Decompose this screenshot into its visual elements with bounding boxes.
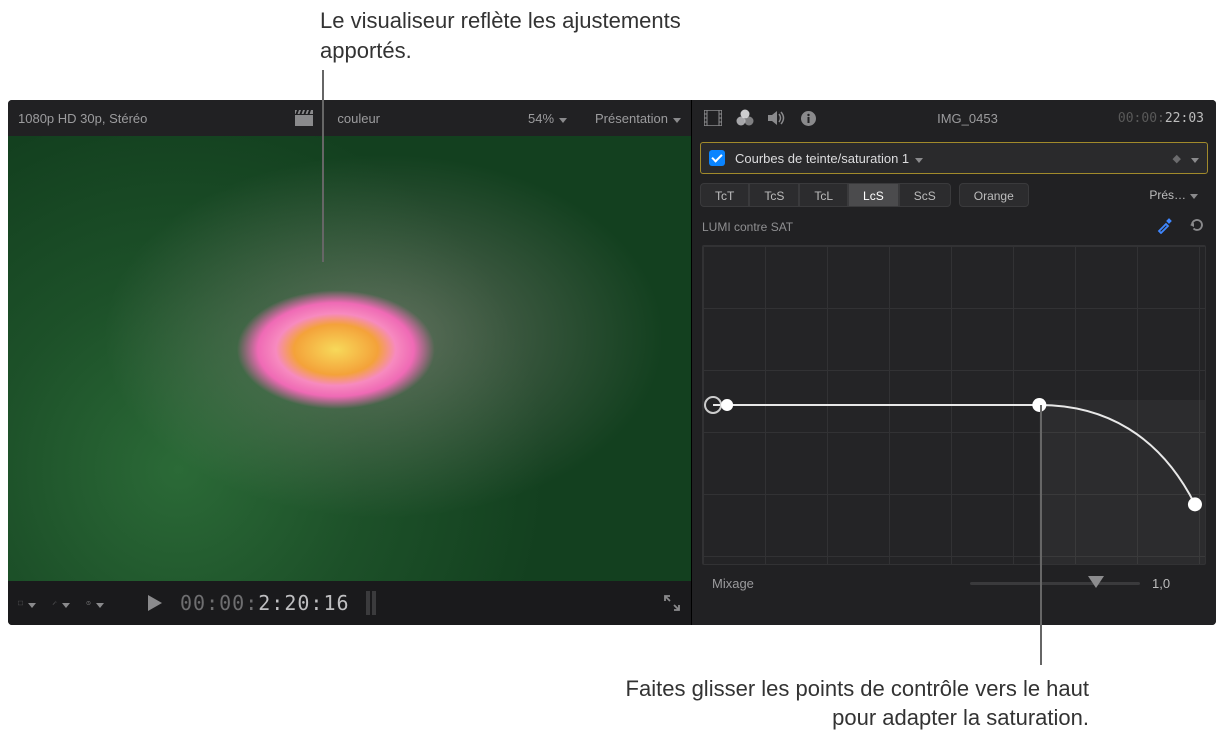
curve-tab-lcs[interactable]: LcS xyxy=(848,183,899,207)
chevron-down-icon xyxy=(915,151,923,166)
audio-inspector-tab[interactable] xyxy=(768,110,786,126)
chevron-down-icon xyxy=(559,111,567,126)
inspector-clip-name: IMG_0453 xyxy=(937,111,998,126)
curve-panel: LUMI contre SAT xyxy=(702,216,1206,565)
correction-name-dropdown[interactable]: Courbes de teinte/saturation 1 xyxy=(735,151,1163,166)
callout-line xyxy=(1040,405,1042,665)
viewer-bottombar: 00:00:2:20:16 xyxy=(8,581,691,625)
timecode-prefix: 00:00: xyxy=(180,591,258,615)
viewer-canvas[interactable] xyxy=(8,136,691,581)
inspector-timecode: 00:00:22:03 xyxy=(1118,111,1204,126)
clapperboard-icon[interactable] xyxy=(295,109,313,127)
color-inspector-tab[interactable] xyxy=(736,109,754,127)
correction-enabled-checkbox[interactable] xyxy=(709,150,725,166)
inspector-pane: IMG_0453 00:00:22:03 Courbes de teinte/s… xyxy=(692,100,1216,625)
chevron-down-icon xyxy=(62,596,70,611)
app-window: 1080p HD 30p, Stéréo couleur 54% Présent… xyxy=(8,100,1216,625)
inspector-timecode-main: 22:03 xyxy=(1165,111,1204,126)
mix-value[interactable]: 1,0 xyxy=(1152,576,1202,591)
fullscreen-button[interactable] xyxy=(663,594,681,612)
mix-label: Mixage xyxy=(712,576,754,591)
viewer-topbar: 1080p HD 30p, Stéréo couleur 54% Présent… xyxy=(8,100,691,136)
correction-name-label: Courbes de teinte/saturation 1 xyxy=(735,151,909,166)
view-menu[interactable]: Présentation xyxy=(595,111,681,126)
curve-title: LUMI contre SAT xyxy=(702,220,793,234)
transform-tool[interactable] xyxy=(18,594,36,612)
viewer-timecode[interactable]: 00:00:2:20:16 xyxy=(180,591,350,615)
viewer-pane: 1080p HD 30p, Stéréo couleur 54% Présent… xyxy=(8,100,692,625)
curve-tab-tcs[interactable]: TcS xyxy=(749,183,799,207)
annotation-top: Le visualiseur reflète les ajustements a… xyxy=(320,6,700,65)
inspector-topbar: IMG_0453 00:00:22:03 xyxy=(692,100,1216,136)
retime-tool[interactable] xyxy=(86,594,104,612)
video-inspector-tab[interactable] xyxy=(704,110,722,126)
play-button[interactable] xyxy=(146,594,164,612)
viewer-format-label: 1080p HD 30p, Stéréo xyxy=(18,111,147,126)
curve-tab-orange[interactable]: Orange xyxy=(959,183,1029,207)
mix-slider[interactable] xyxy=(970,575,1140,591)
curve-tab-scs[interactable]: ScS xyxy=(899,183,951,207)
chevron-down-icon xyxy=(673,111,681,126)
enhance-tool[interactable] xyxy=(52,594,70,612)
reset-icon[interactable] xyxy=(1188,216,1206,237)
curve-tab-tcl[interactable]: TcL xyxy=(799,183,848,207)
zoom-value: 54% xyxy=(528,111,554,126)
preset-menu[interactable]: Prés… xyxy=(1149,188,1208,202)
curve-tabs: TcT TcS TcL LcS ScS Orange Prés… xyxy=(700,182,1208,208)
annotation-bottom: Faites glisser les points de contrôle ve… xyxy=(619,674,1089,733)
chevron-down-icon xyxy=(1190,188,1198,202)
zoom-menu[interactable]: 54% xyxy=(528,111,567,126)
viewer-title: couleur xyxy=(337,111,380,126)
curve-editor[interactable] xyxy=(702,245,1206,565)
keyframe-prev-icon[interactable]: ◆ xyxy=(1173,152,1181,165)
info-inspector-tab[interactable] xyxy=(800,110,817,127)
eyedropper-icon[interactable] xyxy=(1156,216,1174,237)
chevron-down-icon[interactable] xyxy=(1191,151,1199,166)
slider-thumb[interactable] xyxy=(1088,576,1104,592)
callout-line xyxy=(322,70,324,262)
viewer-image xyxy=(8,136,691,581)
timecode-main: 2:20:16 xyxy=(258,591,349,615)
audio-meter xyxy=(366,591,376,615)
correction-selector[interactable]: Courbes de teinte/saturation 1 ◆ xyxy=(700,142,1208,174)
chevron-down-icon xyxy=(28,596,36,611)
curve-tab-tct[interactable]: TcT xyxy=(700,183,749,207)
inspector-timecode-prefix: 00:00: xyxy=(1118,111,1165,126)
preset-label: Prés… xyxy=(1149,188,1186,202)
mix-row: Mixage 1,0 xyxy=(712,575,1202,591)
chevron-down-icon xyxy=(96,596,104,611)
view-menu-label: Présentation xyxy=(595,111,668,126)
